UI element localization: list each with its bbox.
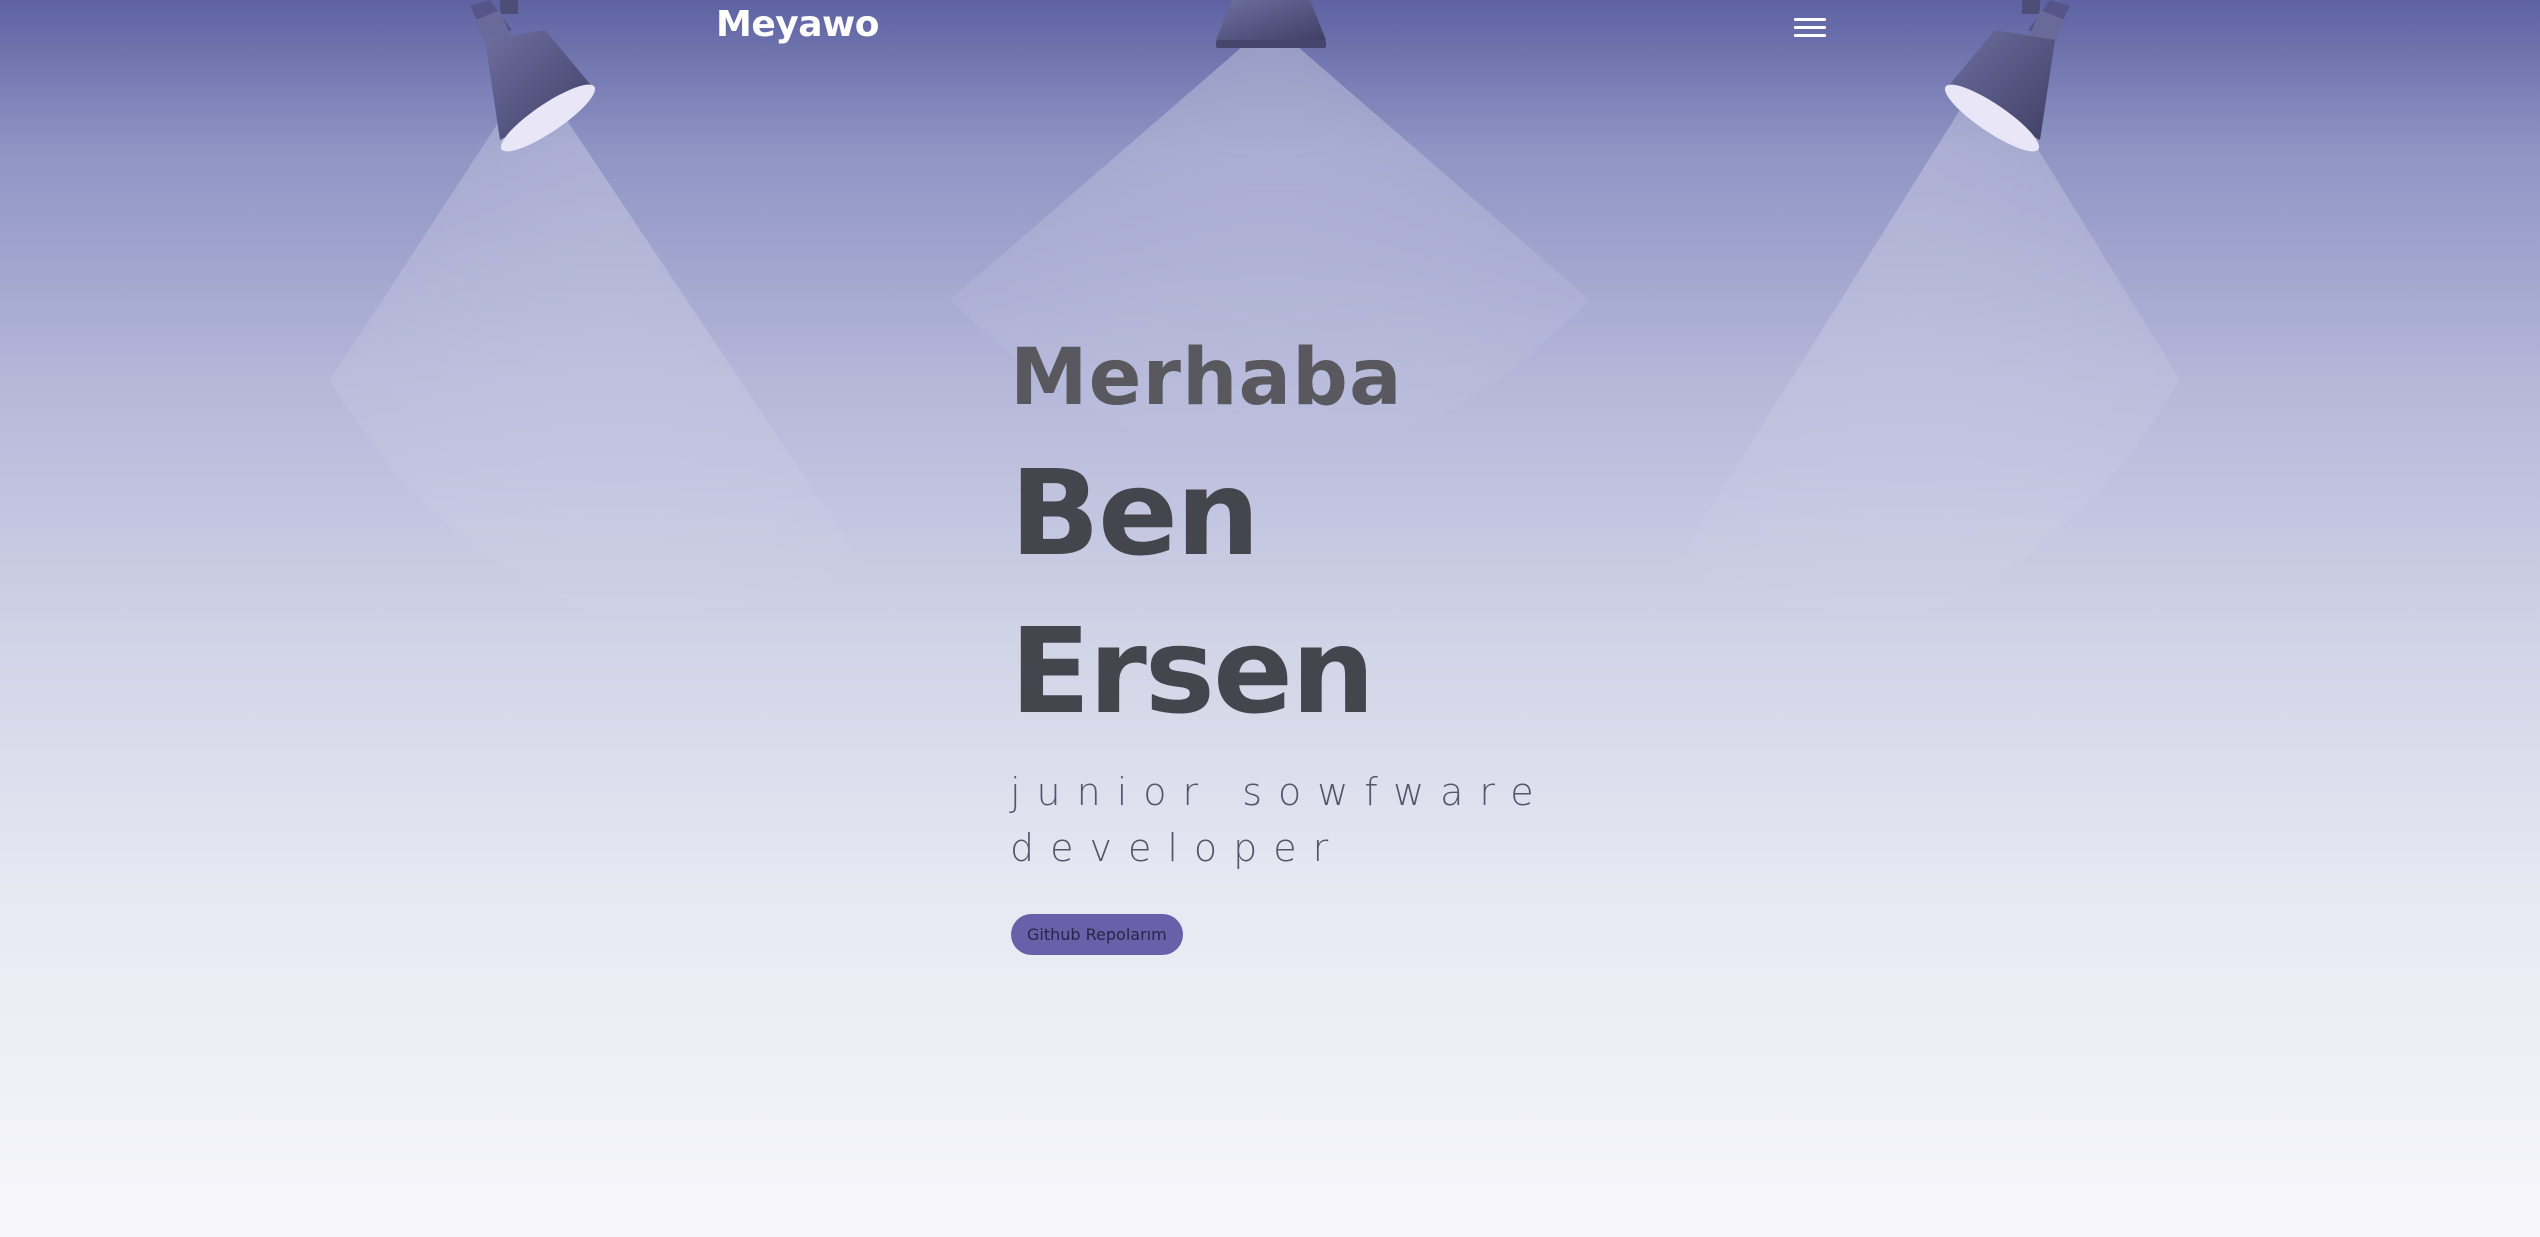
hamburger-line-middle <box>1794 26 1826 29</box>
hamburger-line-top <box>1794 18 1826 21</box>
hero-greeting: Merhaba <box>1010 333 1403 423</box>
site-header: Meyawo <box>0 0 2540 60</box>
hero-name-first: Ben <box>1010 444 1260 582</box>
hamburger-menu-icon[interactable] <box>1794 14 1828 40</box>
hero-subtitle: junior sowfware developer <box>1010 770 1550 870</box>
hero-name-last: Ersen <box>1010 602 1375 740</box>
hero-section: Merhaba Ben Ersen junior sowfware develo… <box>1010 330 1710 955</box>
hamburger-line-bottom <box>1794 34 1826 37</box>
github-repos-button[interactable]: Github Repolarım <box>1011 914 1183 955</box>
site-logo[interactable]: Meyawo <box>716 2 880 48</box>
